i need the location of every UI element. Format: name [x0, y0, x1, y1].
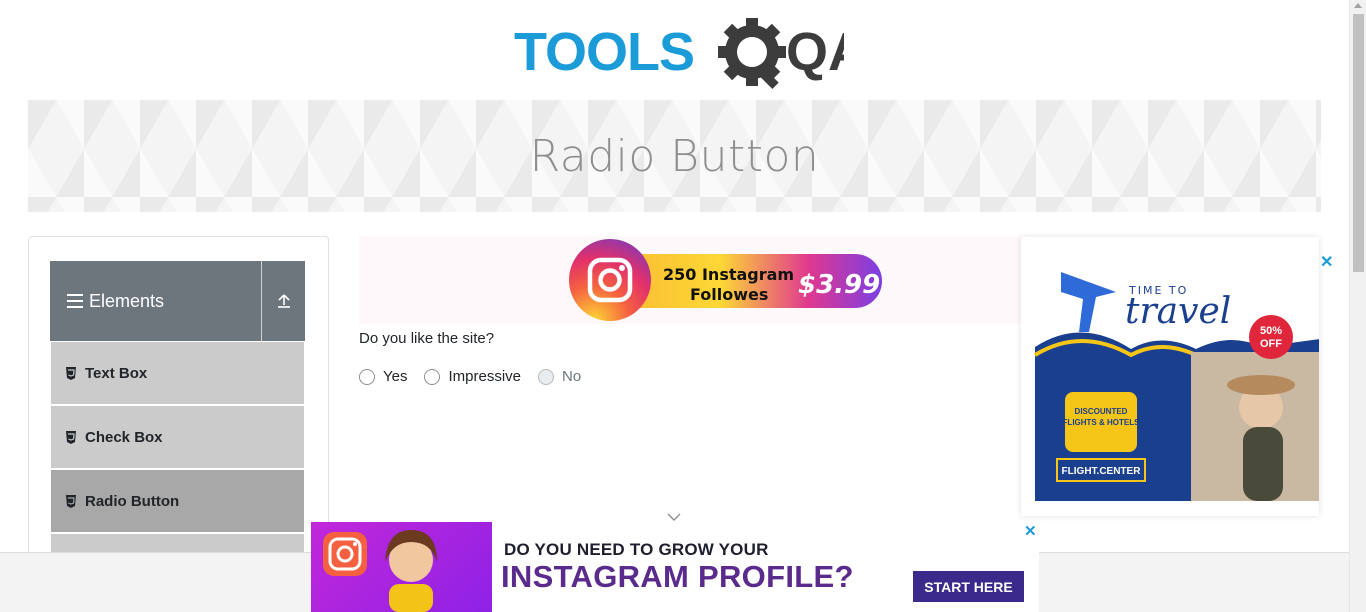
radio-label-impressive[interactable]: Impressive — [448, 368, 521, 385]
sidebar-item-label: Text Box — [85, 364, 148, 382]
sidebar-item-label: Check Box — [85, 428, 163, 446]
page: TOOLS QA Radio Button — [0, 0, 1366, 612]
html-doc-icon — [65, 494, 77, 508]
sidebar-group-elements[interactable]: Elements — [50, 261, 305, 341]
radio-yes[interactable] — [359, 368, 375, 385]
bottom-ad-line1: DO YOU NEED TO GROW YOUR — [504, 540, 769, 559]
vertical-scrollbar[interactable] — [1349, 0, 1366, 612]
radio-option-no: No — [538, 368, 581, 385]
start-here-button[interactable]: START HERE — [913, 571, 1024, 602]
logo-text-qa: QA — [786, 22, 844, 82]
sidebar-item-radio-button[interactable]: Radio Button — [51, 470, 304, 532]
sidebar-item-label: Radio Button — [85, 492, 180, 510]
toolsqa-logo[interactable]: TOOLS QA — [514, 16, 844, 92]
ad-right-line2: travel — [1125, 291, 1231, 332]
page-banner: Radio Button — [28, 100, 1321, 212]
sidebar-item-text-box[interactable]: Text Box — [51, 342, 304, 404]
group-title: Elements — [50, 261, 262, 341]
page-title: Radio Button — [529, 130, 820, 182]
html-doc-icon — [65, 430, 77, 444]
html-doc-icon — [65, 366, 77, 380]
instagram-followers-ad[interactable]: 250 Instagram Followes $3.99 — [568, 238, 882, 321]
gear-icon — [718, 18, 786, 90]
group-label: Elements — [89, 290, 165, 311]
brand-text: FLIGHT.CENTER — [1062, 466, 1142, 477]
card-line1: DISCOUNTED — [1075, 407, 1128, 416]
card-line2: FLIGHTS & HOTELS — [1063, 418, 1141, 427]
ad-line2: Followes — [690, 285, 768, 304]
radio-label-no: No — [562, 368, 582, 385]
ad-price: $3.99 — [798, 270, 880, 300]
radio-no — [538, 368, 555, 385]
logo-text-tools: TOOLS — [514, 22, 694, 82]
upload-icon — [277, 294, 290, 308]
badge-bottom: OFF — [1260, 338, 1282, 350]
question-text: Do you like the site? — [359, 330, 495, 347]
menu-icon — [67, 294, 83, 308]
sidebar-item-check-box[interactable]: Check Box — [51, 406, 304, 468]
radio-option-yes[interactable]: Yes — [359, 368, 407, 385]
bottom-ad-instagram[interactable]: DO YOU NEED TO GROW YOUR INSTAGRAM PROFI… — [311, 522, 1039, 612]
collapse-toggle[interactable] — [262, 261, 305, 341]
radio-impressive[interactable] — [424, 368, 441, 385]
radio-group: Yes Impressive No — [359, 368, 598, 385]
badge-top: 50% — [1260, 325, 1282, 337]
ad-right-travel[interactable]: TIME TO travel 50% OFF DISCOUNTED FLIGHT… — [1021, 237, 1319, 516]
bottom-ad-line2: INSTAGRAM PROFILE? — [501, 559, 854, 594]
ad-line1: 250 Instagram — [663, 265, 794, 284]
radio-label-yes[interactable]: Yes — [383, 368, 407, 385]
ad-image-panel — [311, 522, 492, 612]
scroll-thumb[interactable] — [1353, 14, 1364, 272]
radio-option-impressive[interactable]: Impressive — [424, 368, 521, 385]
close-icon[interactable]: ✕ — [1024, 522, 1037, 540]
scroll-up-arrow[interactable] — [1354, 3, 1362, 8]
close-icon[interactable]: ✕ — [1320, 252, 1333, 272]
